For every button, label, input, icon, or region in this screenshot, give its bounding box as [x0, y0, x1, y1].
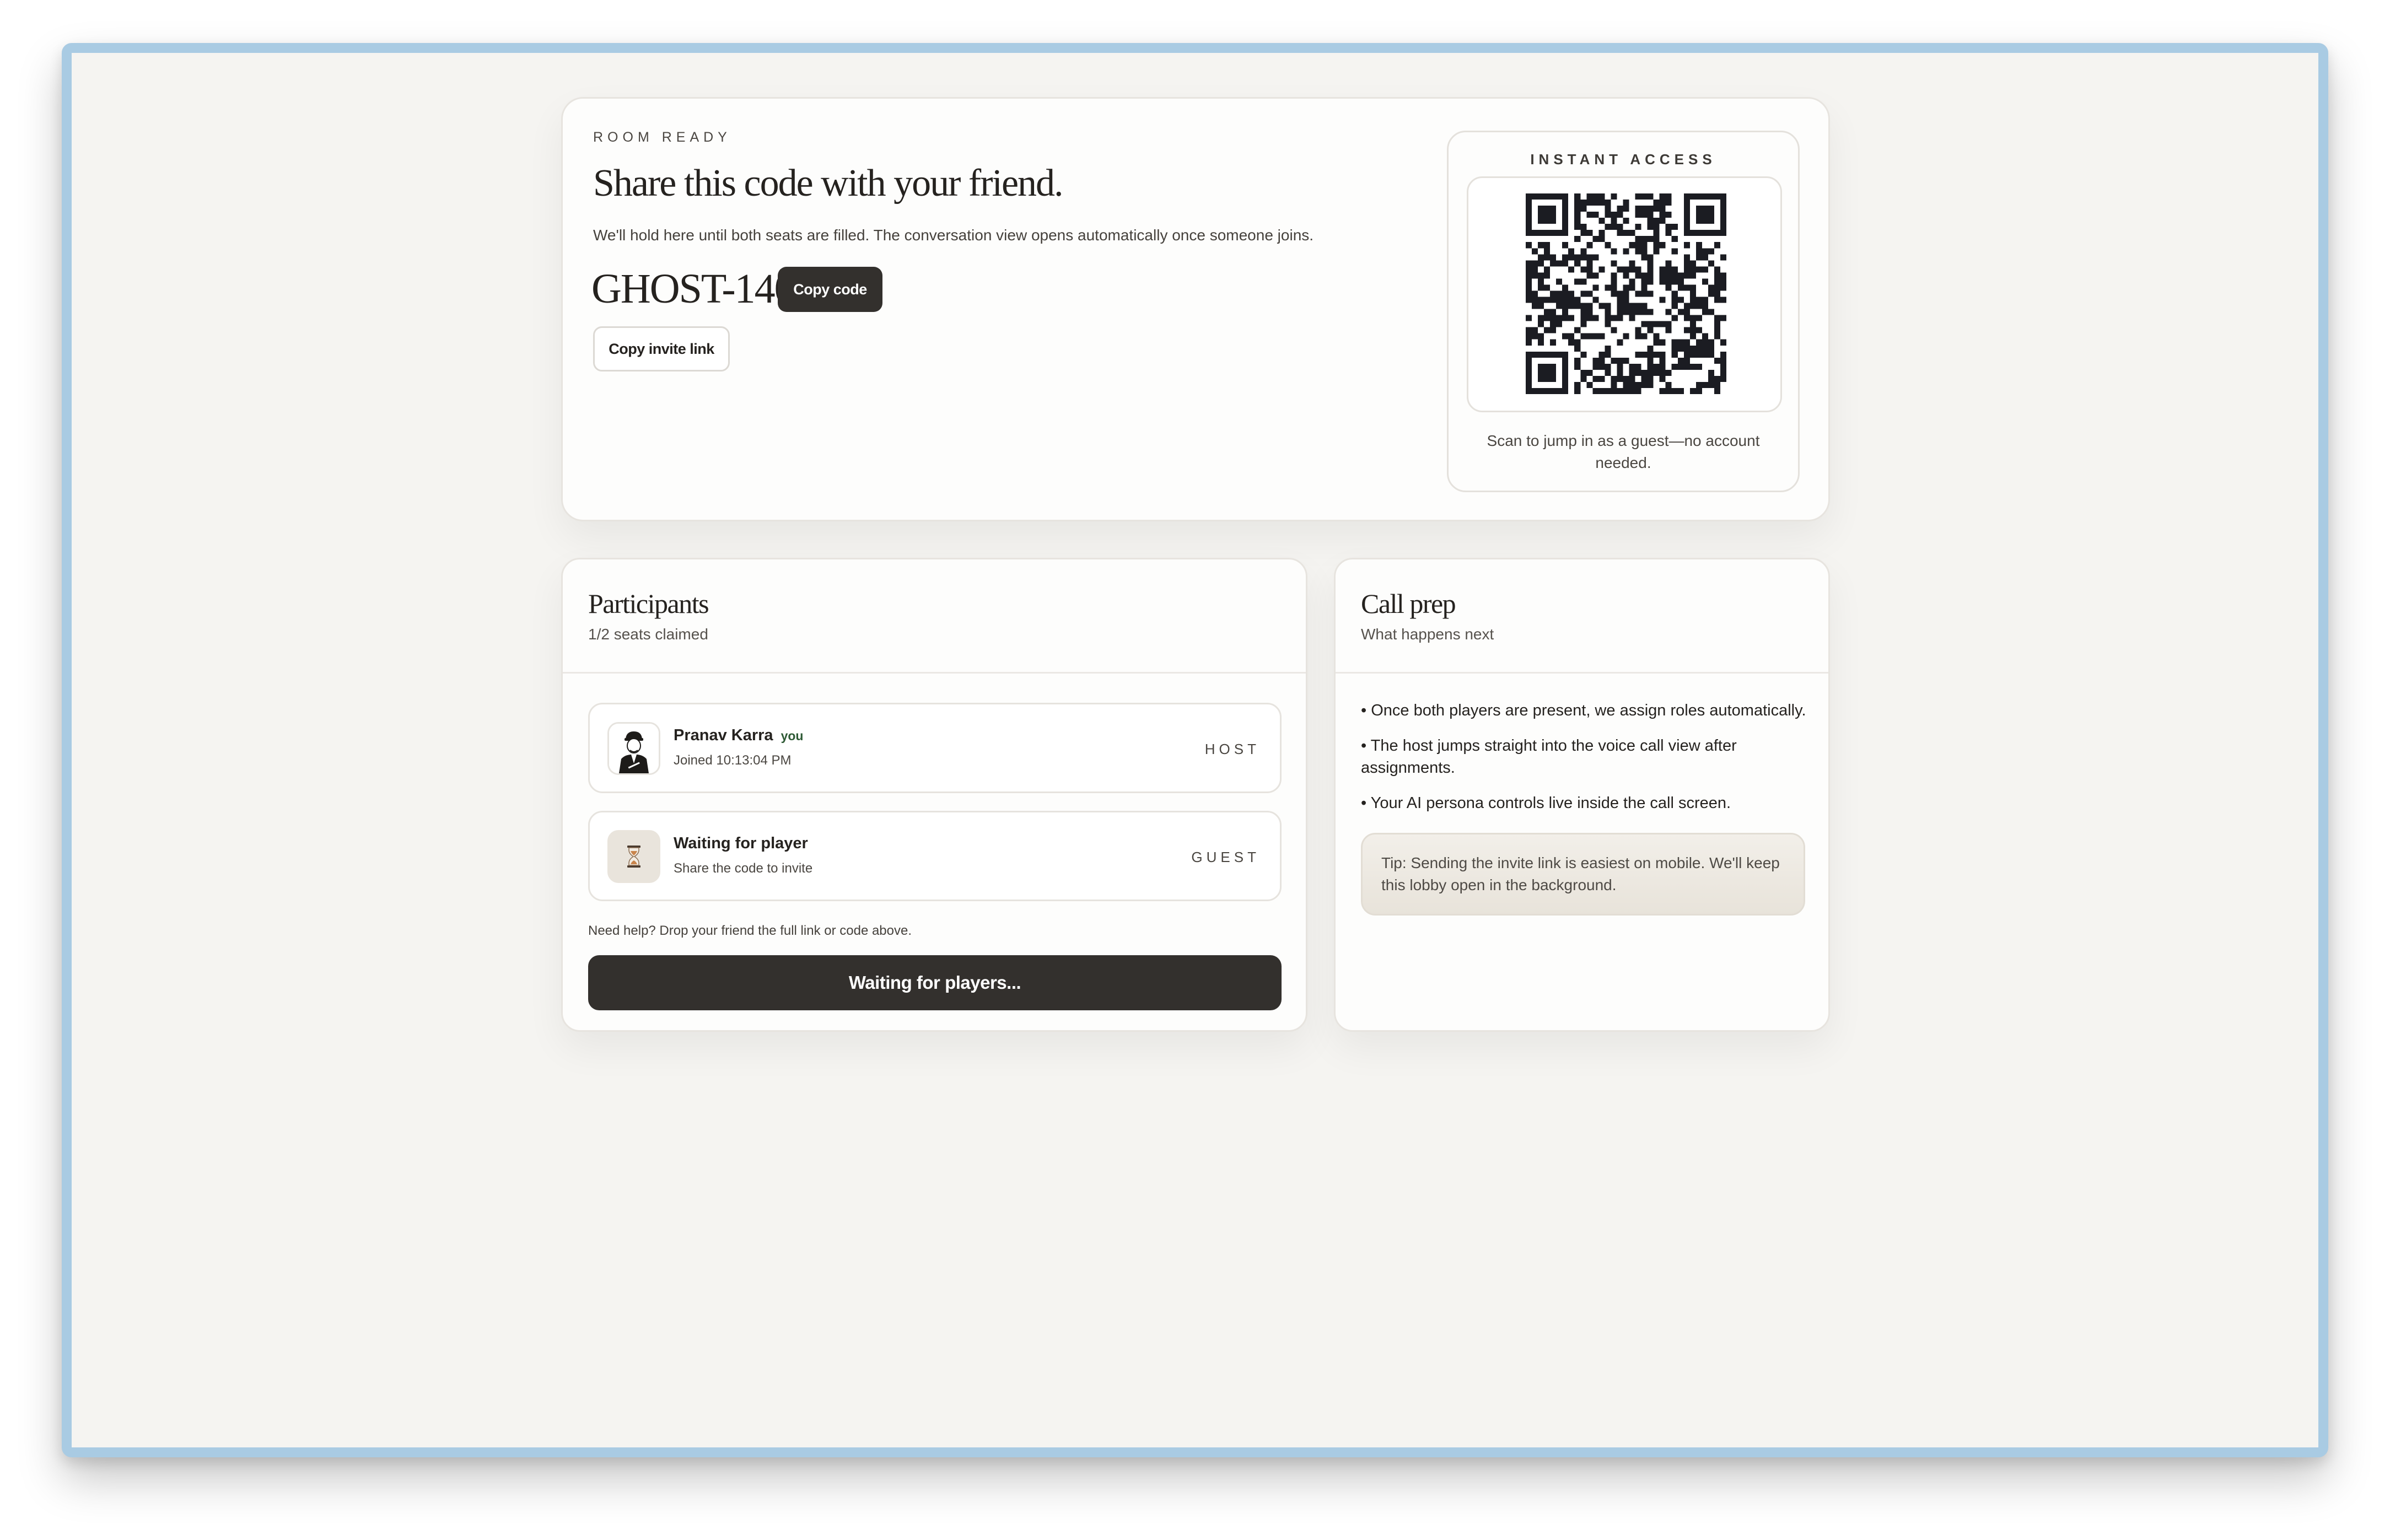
divider	[1336, 672, 1828, 674]
role-label-host: HOST	[1204, 741, 1260, 757]
divider	[563, 672, 1306, 674]
player-name-text: Pranav Karra	[674, 726, 773, 744]
hourglass-icon	[627, 846, 640, 868]
player-name: Pranav Karra you	[674, 726, 803, 745]
call-prep-header: Call prep What happens next	[1361, 587, 1494, 643]
role-label-guest: GUEST	[1191, 849, 1260, 865]
player-row-guest: Waiting for player Share the code to inv…	[588, 811, 1282, 901]
room-instructions: We'll hold here until both seats are fil…	[593, 227, 1314, 244]
call-prep-card: Call prep What happens next • Once both …	[1334, 558, 1830, 1032]
app-window: ROOM READY Share this code with your fri…	[62, 43, 2328, 1457]
seats-claimed-count: 1/2 seats claimed	[588, 626, 708, 643]
list-item: • The host jumps straight into the voice…	[1361, 737, 1737, 777]
hourglass-avatar	[607, 830, 660, 883]
tip-callout: Tip: Sending the invite link is easiest …	[1361, 833, 1805, 916]
instant-access-panel: INSTANT ACCESS Scan to jump in as a gues…	[1447, 131, 1800, 492]
user-avatar	[607, 722, 660, 775]
waiting-for-players-button[interactable]: Waiting for players...	[588, 955, 1282, 1010]
qr-code-icon[interactable]	[1526, 193, 1726, 394]
room-ready-card: ROOM READY Share this code with your fri…	[561, 97, 1830, 521]
participants-card: Participants 1/2 seats claimed Pranav Ka…	[561, 558, 1307, 1032]
help-text: Need help? Drop your friend the full lin…	[588, 923, 912, 938]
participants-header: Participants 1/2 seats claimed	[588, 587, 709, 643]
call-prep-subtitle: What happens next	[1361, 626, 1494, 643]
participants-title: Participants	[588, 588, 709, 619]
qr-code-frame	[1467, 176, 1782, 412]
call-prep-title: Call prep	[1361, 588, 1456, 619]
copy-invite-link-button[interactable]: Copy invite link	[593, 326, 730, 371]
player-name: Waiting for player	[674, 834, 808, 852]
player-row-host: Pranav Karra you Joined 10:13:04 PM HOST	[588, 703, 1282, 793]
instant-access-eyebrow: INSTANT ACCESS	[1530, 151, 1716, 168]
list-item: • Your AI persona controls live inside t…	[1361, 794, 1731, 812]
call-prep-list: • Once both players are present, we assi…	[1361, 699, 1813, 827]
invite-hint: Share the code to invite	[674, 861, 813, 876]
joined-time: Joined 10:13:04 PM	[674, 753, 792, 768]
you-badge: you	[780, 729, 804, 743]
qr-caption: Scan to jump in as a guest—no account ne…	[1487, 432, 1760, 471]
page-title: Share this code with your friend.	[593, 162, 1064, 204]
copy-code-button[interactable]: Copy code	[778, 267, 882, 312]
list-item: • Once both players are present, we assi…	[1361, 702, 1806, 719]
room-ready-eyebrow: ROOM READY	[593, 130, 731, 145]
lobby-page: ROOM READY Share this code with your fri…	[72, 53, 2318, 1447]
person-illustration-icon	[609, 724, 659, 773]
